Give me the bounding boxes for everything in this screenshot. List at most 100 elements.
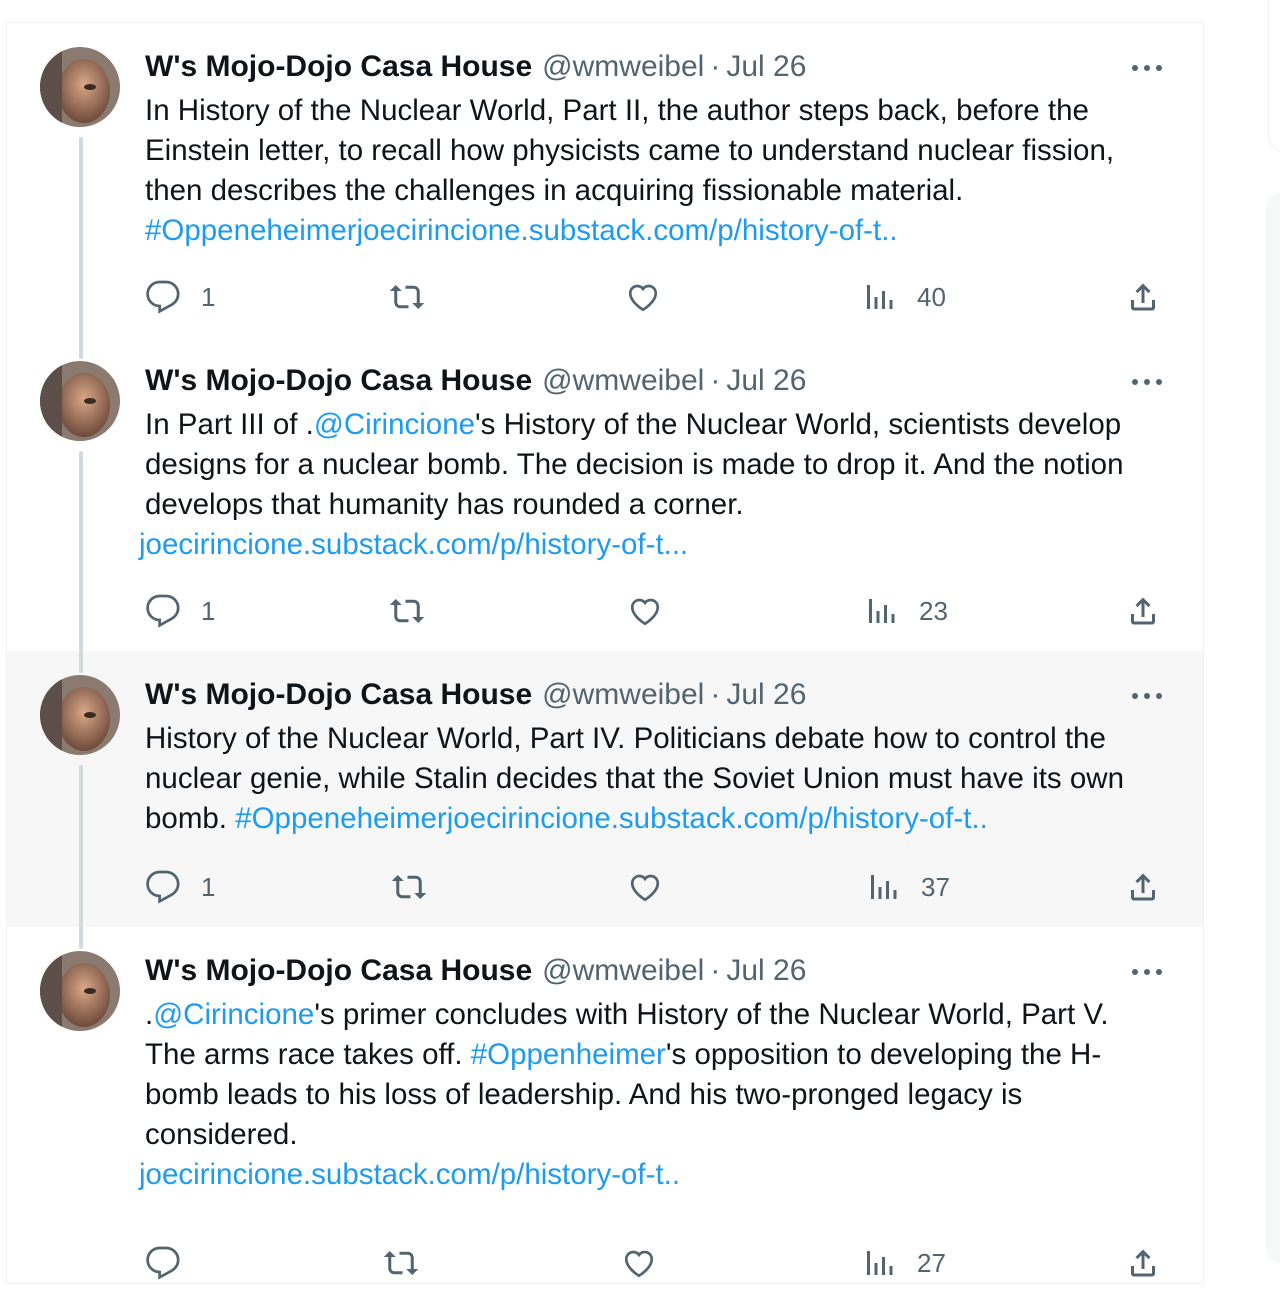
views-button[interactable]: 23 — [863, 589, 948, 633]
sidebar-card-top — [1268, 0, 1280, 154]
thread-connector — [79, 451, 83, 671]
views-icon — [867, 285, 893, 309]
action-bar: 27 — [145, 1241, 1165, 1285]
retweet-button[interactable] — [383, 1241, 419, 1285]
reply-count: 1 — [201, 595, 216, 626]
share-button[interactable] — [1125, 1241, 1161, 1285]
retweet-icon — [391, 875, 427, 899]
views-button[interactable]: 40 — [861, 275, 946, 319]
tweet-date[interactable]: Jul 26 — [726, 954, 806, 988]
like-button[interactable] — [627, 589, 663, 633]
thread-connector — [79, 337, 83, 359]
retweet-button[interactable] — [389, 275, 425, 319]
views-icon — [869, 599, 895, 623]
share-icon — [1131, 283, 1155, 311]
reply-icon — [146, 594, 180, 628]
like-button[interactable] — [621, 1241, 657, 1285]
share-button[interactable] — [1125, 589, 1161, 633]
author-handle[interactable]: @wmweibel — [542, 364, 704, 398]
tweet-link[interactable]: #Oppeneheimerjoecirincione.substack.com/… — [145, 211, 1181, 251]
views-count: 23 — [919, 595, 948, 626]
reply-count: 1 — [201, 871, 216, 902]
more-icon[interactable] — [1127, 679, 1167, 713]
retweet-icon — [389, 599, 425, 623]
more-icon[interactable] — [1127, 955, 1167, 989]
tweet-header: W's Mojo-Dojo Casa House @wmweibel · Jul… — [145, 361, 1203, 401]
reply-button[interactable] — [145, 1241, 181, 1285]
author-handle[interactable]: @wmweibel — [542, 678, 704, 712]
text-line: bomb leads to his loss of leadership. An… — [145, 1078, 1023, 1111]
text-line: In Part III of .@Cirincione's History of… — [145, 405, 1181, 445]
tweet-date[interactable]: Jul 26 — [726, 678, 806, 712]
sidebar-card — [1266, 192, 1280, 1264]
tweet-date[interactable]: Jul 26 — [726, 364, 806, 398]
like-button[interactable] — [627, 865, 663, 909]
reply-button[interactable]: 1 — [145, 589, 215, 633]
text-fragment: The arms race takes off. — [145, 1038, 471, 1071]
views-button[interactable]: 37 — [865, 865, 950, 909]
text-line: History of the Nuclear World, Part IV. P… — [145, 722, 1106, 755]
views-button[interactable]: 27 — [861, 1241, 946, 1285]
author-name[interactable]: W's Mojo-Dojo Casa House — [145, 364, 532, 398]
text-line: considered. — [145, 1118, 298, 1151]
tweet-date[interactable]: Jul 26 — [726, 50, 806, 84]
text-line: In History of the Nuclear World, Part II… — [145, 94, 1089, 127]
separator: · — [710, 954, 721, 987]
share-button[interactable] — [1125, 865, 1161, 909]
tweet[interactable]: W's Mojo-Dojo Casa House @wmweibel · Jul… — [7, 337, 1203, 671]
like-button[interactable] — [625, 275, 661, 319]
avatar[interactable] — [40, 47, 120, 127]
tweet[interactable]: W's Mojo-Dojo Casa House @wmweibel · Jul… — [7, 927, 1203, 1283]
views-icon — [867, 1251, 893, 1275]
action-bar: 1 23 — [145, 589, 1165, 633]
views-count: 40 — [917, 281, 946, 312]
retweet-button[interactable] — [391, 865, 427, 909]
tweet-link[interactable]: joecirincione.substack.com/p/history-of-… — [139, 525, 1181, 565]
share-icon — [1131, 1249, 1155, 1277]
text-line: .@Cirincione's primer concludes with His… — [145, 995, 1181, 1035]
text-fragment: 's opposition to developing the H- — [665, 1038, 1102, 1071]
heart-icon — [630, 598, 660, 626]
action-bar: 1 40 — [145, 275, 1165, 319]
reply-icon — [146, 280, 180, 314]
author-name[interactable]: W's Mojo-Dojo Casa House — [145, 954, 532, 988]
author-handle[interactable]: @wmweibel — [542, 954, 704, 988]
separator: · — [710, 50, 721, 83]
more-icon[interactable] — [1127, 51, 1167, 85]
tweet-header: W's Mojo-Dojo Casa House @wmweibel · Jul… — [145, 951, 1203, 991]
tweet-link[interactable]: joecirincione.substack.com/p/history-of-… — [139, 1155, 1181, 1195]
reply-icon — [146, 1246, 180, 1280]
hashtag-link[interactable]: #Oppenheimer — [471, 1038, 666, 1071]
views-count: 27 — [917, 1247, 946, 1278]
tweet-header: W's Mojo-Dojo Casa House @wmweibel · Jul… — [145, 675, 1203, 715]
mention-link[interactable]: @Cirincione — [314, 408, 475, 441]
thread-connector — [79, 651, 83, 673]
thread-connector — [79, 765, 83, 947]
author-name[interactable]: W's Mojo-Dojo Casa House — [145, 678, 532, 712]
retweet-button[interactable] — [389, 589, 425, 633]
author-handle[interactable]: @wmweibel — [542, 50, 704, 84]
heart-icon — [628, 284, 658, 312]
tweet-text: History of the Nuclear World, Part IV. P… — [145, 719, 1181, 839]
reply-button[interactable]: 1 — [145, 865, 215, 909]
tweet-text: In Part III of .@Cirincione's History of… — [139, 405, 1181, 565]
share-button[interactable] — [1125, 275, 1161, 319]
views-icon — [871, 875, 897, 899]
reply-button[interactable]: 1 — [145, 275, 215, 319]
tweet[interactable]: W's Mojo-Dojo Casa House @wmweibel · Jul… — [7, 23, 1203, 357]
more-icon[interactable] — [1127, 365, 1167, 399]
text-line: develops that humanity has rounded a cor… — [145, 488, 744, 521]
avatar[interactable] — [40, 675, 120, 755]
reply-count: 1 — [201, 281, 216, 312]
tweet-link[interactable]: #Oppeneheimerjoecirincione.substack.com/… — [235, 802, 988, 835]
author-name[interactable]: W's Mojo-Dojo Casa House — [145, 50, 532, 84]
tweet[interactable]: W's Mojo-Dojo Casa House @wmweibel · Jul… — [7, 651, 1203, 947]
avatar[interactable] — [40, 951, 120, 1031]
text-line: Einstein letter, to recall how physicist… — [145, 134, 1115, 167]
text-line: then describes the challenges in acquiri… — [145, 174, 964, 207]
avatar[interactable] — [40, 361, 120, 441]
reply-icon — [146, 870, 180, 904]
views-count: 37 — [921, 871, 950, 902]
thread-connector — [79, 927, 83, 949]
mention-link[interactable]: @Cirincione — [153, 998, 314, 1031]
